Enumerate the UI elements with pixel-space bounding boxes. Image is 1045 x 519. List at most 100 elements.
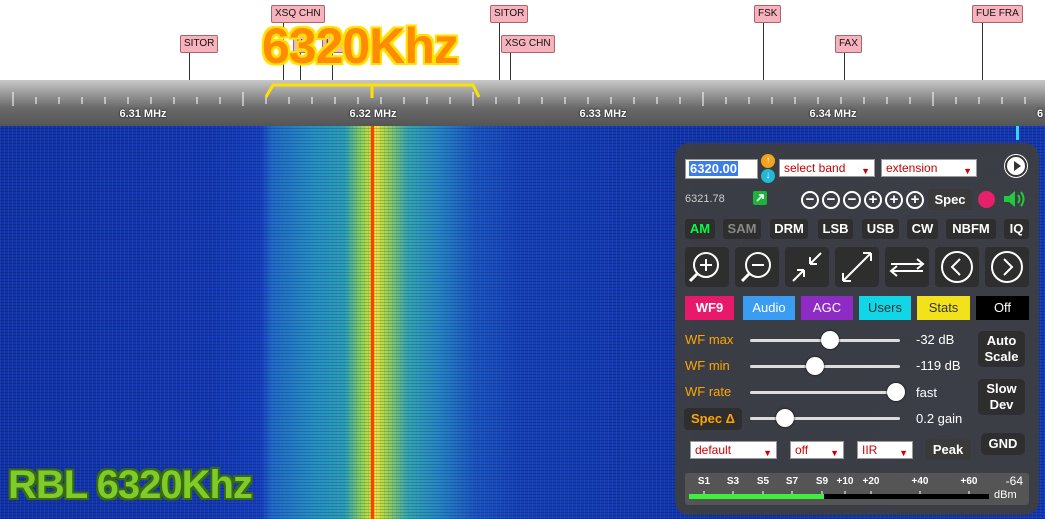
frequency-input[interactable]: 6320.00: [685, 159, 758, 179]
extension-select-value: extension: [886, 161, 938, 175]
spec-gain-slider[interactable]: [750, 417, 900, 420]
station-label[interactable]: FSK: [754, 5, 782, 23]
wf-min-slider[interactable]: [750, 365, 900, 368]
spec-gain-value: 0.2 gain: [916, 411, 963, 426]
chevron-right-icon: [991, 251, 1023, 283]
wf-max-label: WF max: [685, 332, 734, 347]
s-meter-label: S3: [726, 476, 740, 487]
tab-off[interactable]: Off: [976, 296, 1029, 320]
cursor-frequency: 6321.78: [685, 193, 725, 205]
frequency-input-value: 6320.00: [689, 161, 738, 176]
wf-min-slider-thumb[interactable]: [805, 357, 824, 375]
collapse-button[interactable]: [785, 247, 829, 287]
chevron-down-icon: ▼: [899, 448, 908, 458]
wf-max-value: -32 dB: [916, 332, 955, 347]
step-up-icon[interactable]: ↑: [761, 154, 775, 168]
carrier-line: [371, 126, 374, 519]
mode-cw-button[interactable]: CW: [907, 219, 938, 239]
spec-delta-button[interactable]: Spec Δ: [684, 408, 742, 430]
station-label[interactable]: SITOR: [180, 35, 219, 53]
s-meter-fill: [689, 494, 824, 499]
mode-sam-button[interactable]: SAM: [723, 219, 761, 239]
wf-min-label: WF min: [685, 358, 730, 373]
gnd-button[interactable]: GND: [981, 433, 1025, 455]
station-id-overlay: RBL 6320Khz: [8, 463, 253, 507]
mode-lsb-button[interactable]: LSB: [818, 219, 853, 239]
averaging-select[interactable]: IIR ▼: [857, 441, 913, 459]
edge-marker: [1016, 126, 1019, 140]
station-label[interactable]: FAX: [835, 35, 862, 53]
band-select[interactable]: select band ▼: [779, 159, 875, 177]
station-marker-line: [510, 50, 511, 80]
zoom-in-icon[interactable]: +: [885, 191, 903, 209]
step-right-button[interactable]: [985, 247, 1029, 287]
s-meter-label: +10: [836, 476, 854, 487]
zoom-in-max-icon[interactable]: +: [906, 191, 924, 209]
zoom-out-small-icon[interactable]: −: [843, 191, 861, 209]
expand-icon: [842, 252, 872, 282]
record-icon[interactable]: [978, 191, 995, 208]
wf-rate-slider[interactable]: [750, 391, 900, 394]
tab-agc[interactable]: AGC: [801, 296, 853, 320]
band-select-value: select band: [784, 161, 846, 175]
swap-button[interactable]: [885, 247, 929, 287]
tuned-frequency-overlay: 6320Khz: [262, 18, 459, 74]
s-meter: S1 S3 S5 S7 S9 +10 +20 +40 +60 -64 dBm: [685, 473, 1029, 505]
zoom-out-max-icon[interactable]: −: [801, 191, 819, 209]
play-button[interactable]: [1004, 154, 1028, 178]
station-marker-line: [844, 50, 845, 80]
colormap-select[interactable]: default ▼: [690, 441, 777, 459]
filter-select[interactable]: off ▼: [790, 441, 844, 459]
zoom-out-icon[interactable]: −: [822, 191, 840, 209]
scale-label: 6: [1036, 108, 1044, 120]
magnifier-minus-icon: [740, 252, 771, 283]
mode-usb-button[interactable]: USB: [862, 219, 899, 239]
averaging-select-value: IIR: [862, 443, 878, 457]
s-meter-label: +60: [960, 476, 978, 487]
scale-label: 6.34 MHz: [809, 108, 857, 120]
mode-drm-button[interactable]: DRM: [770, 219, 808, 239]
s-meter-label: S7: [785, 476, 799, 487]
station-label[interactable]: XSG CHN: [501, 35, 555, 53]
mode-nbfm-button[interactable]: NBFM: [946, 219, 996, 239]
zoom-in-small-icon[interactable]: +: [864, 191, 882, 209]
mode-iq-button[interactable]: IQ: [1004, 219, 1029, 239]
mode-am-button[interactable]: AM: [685, 219, 715, 239]
tab-users[interactable]: Users: [859, 296, 911, 320]
peak-button[interactable]: Peak: [925, 439, 971, 460]
station-marker-line: [982, 22, 983, 80]
chevron-down-icon: ▼: [763, 448, 772, 458]
wf-rate-label: WF rate: [685, 384, 732, 399]
speaker-icon[interactable]: [1002, 189, 1028, 209]
chevron-down-icon: ▼: [861, 166, 870, 176]
wf-rate-slider-thumb[interactable]: [886, 383, 905, 401]
s-meter-label: +20: [862, 476, 880, 487]
frequency-scale[interactable]: 6.31 MHz 6.32 MHz 6.33 MHz 6.34 MHz 6: [0, 80, 1045, 126]
filter-select-value: off: [795, 443, 809, 457]
s-meter-reading: -64: [1005, 474, 1023, 488]
swap-arrows-icon: [889, 258, 925, 277]
auto-scale-button[interactable]: Auto Scale: [978, 331, 1025, 367]
step-down-icon[interactable]: ↓: [761, 169, 775, 183]
station-label[interactable]: SITOR: [490, 5, 529, 23]
spec-gain-slider-thumb[interactable]: [775, 409, 794, 427]
magnifier-plus-icon: [688, 252, 719, 283]
chevron-down-icon: ▼: [830, 448, 839, 458]
tab-audio[interactable]: Audio: [743, 296, 795, 320]
zoom-out-button[interactable]: [735, 247, 779, 287]
extension-select[interactable]: extension ▼: [881, 159, 977, 177]
external-link-icon[interactable]: [753, 191, 767, 205]
station-label[interactable]: FUE FRA: [972, 5, 1023, 23]
s-meter-label: S5: [756, 476, 770, 487]
wf-max-slider-thumb[interactable]: [820, 331, 839, 349]
station-marker-line: [763, 22, 764, 80]
tab-wf[interactable]: WF9: [685, 296, 734, 320]
expand-button[interactable]: [835, 247, 879, 287]
slow-dev-button[interactable]: Slow Dev: [978, 379, 1025, 415]
compress-icon: [792, 252, 822, 282]
zoom-in-button[interactable]: [685, 247, 729, 287]
spec-button[interactable]: Spec: [928, 189, 972, 210]
tab-stats[interactable]: Stats: [917, 296, 970, 320]
step-left-button[interactable]: [935, 247, 979, 287]
wf-rate-value: fast: [916, 385, 937, 400]
